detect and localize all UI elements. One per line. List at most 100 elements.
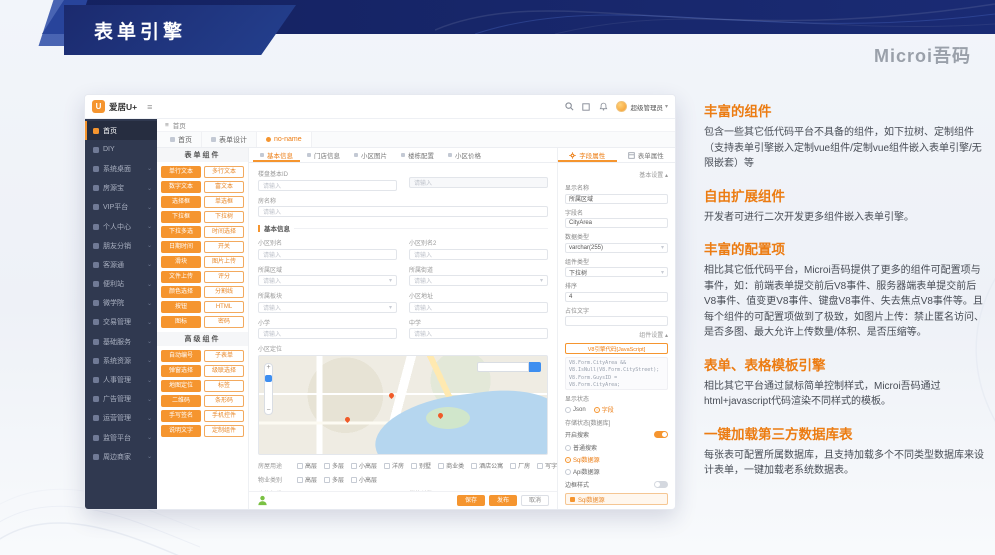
- user-menu-caret-icon[interactable]: ▾: [665, 103, 668, 110]
- component-button[interactable]: 地图定位: [161, 380, 201, 392]
- fullscreen-icon[interactable]: [580, 101, 592, 113]
- collapse-menu-icon[interactable]: ≡: [147, 102, 152, 112]
- checkbox-option[interactable]: 高层: [297, 461, 317, 470]
- hamburger-icon[interactable]: ≡: [165, 122, 169, 129]
- sidebar-item[interactable]: 房源宝 ⌄: [85, 179, 157, 198]
- canvas-tab[interactable]: 小区图片: [347, 148, 394, 162]
- zoom-in-icon[interactable]: +: [266, 364, 270, 371]
- canvas-tab[interactable]: 门店信息: [300, 148, 347, 162]
- assistant-person-icon[interactable]: [257, 495, 268, 506]
- component-button[interactable]: 说明文字: [161, 425, 201, 437]
- data-type-input[interactable]: varchar(255) ▾: [565, 242, 668, 253]
- checkbox-option[interactable]: 小高层: [351, 461, 377, 470]
- component-button[interactable]: 弹窗选择: [161, 365, 201, 377]
- text-input[interactable]: 请输入: [409, 301, 548, 313]
- component-button[interactable]: 开关: [204, 241, 244, 253]
- canvas-tab[interactable]: 楼栋配置: [394, 148, 441, 162]
- text-input[interactable]: 请输入: [258, 179, 397, 191]
- component-button[interactable]: 级联选择: [204, 365, 244, 377]
- canvas-tab-basic[interactable]: 基本信息: [253, 148, 300, 162]
- component-button[interactable]: 文件上传: [161, 271, 201, 283]
- display-name-input[interactable]: 所属区域: [565, 193, 668, 204]
- select-input[interactable]: 请输入 ▾: [258, 275, 397, 286]
- location-map[interactable]: + −: [258, 355, 548, 455]
- text-input[interactable]: 请输入: [258, 248, 397, 260]
- component-button[interactable]: 子表单: [204, 350, 244, 362]
- section-component-settings[interactable]: 组件设置 ▴: [565, 330, 668, 339]
- map-search-input[interactable]: [477, 362, 529, 372]
- component-button[interactable]: 二维码: [161, 395, 201, 407]
- sidebar-item[interactable]: 微学院 ⌄: [85, 294, 157, 313]
- component-button[interactable]: 选择框: [161, 196, 201, 208]
- select-input[interactable]: 请输入 ▾: [258, 301, 397, 313]
- checkbox-option[interactable]: 多层: [324, 461, 344, 470]
- radio-sql-datasource[interactable]: Sql数据源: [565, 455, 668, 464]
- checkbox-option[interactable]: 别墅: [411, 461, 431, 470]
- component-button[interactable]: 手机控件: [204, 410, 244, 422]
- component-button[interactable]: 标签: [204, 380, 244, 392]
- checkbox-option[interactable]: 商业类: [438, 461, 464, 470]
- component-button[interactable]: 自动编号: [161, 350, 201, 362]
- breadcrumb-home[interactable]: 首页: [173, 120, 186, 130]
- component-button[interactable]: 按钮: [161, 301, 201, 313]
- notifications-bell-icon[interactable]: [597, 101, 609, 113]
- save-button[interactable]: 保存: [456, 495, 485, 506]
- tab-form-design[interactable]: 表单设计: [202, 132, 257, 147]
- radio-api-datasource[interactable]: Api数据源: [565, 467, 668, 476]
- sql-datasource-section[interactable]: Sql数据源: [565, 493, 668, 505]
- text-input[interactable]: 请输入: [258, 206, 548, 217]
- component-button[interactable]: 分割线: [204, 286, 244, 298]
- component-button[interactable]: 评分: [204, 271, 244, 283]
- component-button[interactable]: 定制组件: [204, 425, 244, 437]
- sidebar-item[interactable]: 人事管理 ⌄: [85, 370, 157, 389]
- sidebar-item[interactable]: 广告管理 ⌄: [85, 390, 157, 409]
- sidebar-item[interactable]: 基础服务 ⌄: [85, 332, 157, 351]
- component-button[interactable]: 下拉框: [161, 211, 201, 223]
- text-input[interactable]: 请输入: [258, 328, 397, 339]
- sidebar-item[interactable]: 监管平台 ⌄: [85, 428, 157, 447]
- checkbox-option[interactable]: 酒店公寓: [471, 461, 503, 470]
- sidebar-item[interactable]: 周边商家 ⌄: [85, 447, 157, 466]
- search-icon[interactable]: [563, 101, 575, 113]
- component-button[interactable]: 多行文本: [204, 166, 244, 178]
- checkbox-option[interactable]: 小高层: [351, 475, 377, 484]
- checkbox-option[interactable]: 高层: [297, 475, 317, 484]
- radio-field[interactable]: 字段: [593, 405, 614, 414]
- select-input[interactable]: 请输入 ▾: [409, 275, 548, 286]
- tab-home[interactable]: 首页: [161, 132, 202, 147]
- map-zoom-control[interactable]: + −: [264, 363, 273, 415]
- sidebar-item[interactable]: 客源通 ⌄: [85, 255, 157, 274]
- tab-form-properties[interactable]: 表单属性: [617, 148, 676, 162]
- component-button[interactable]: 滑块: [161, 256, 201, 268]
- sidebar-item[interactable]: DIY: [85, 140, 157, 159]
- zoom-out-icon[interactable]: −: [266, 407, 270, 414]
- component-button[interactable]: HTML: [204, 301, 244, 313]
- checkbox-option[interactable]: 写字楼: [537, 461, 557, 470]
- sidebar-item[interactable]: 系统桌面 ⌄: [85, 159, 157, 178]
- border-style-toggle[interactable]: [654, 481, 668, 488]
- cancel-button[interactable]: 取消: [520, 495, 549, 506]
- component-button[interactable]: 日期时间: [161, 241, 201, 253]
- field-name-input[interactable]: CityArea: [565, 218, 668, 228]
- canvas-tab[interactable]: 小区价格: [441, 148, 488, 162]
- text-input[interactable]: 请输入: [409, 248, 548, 260]
- user-avatar[interactable]: [616, 101, 628, 112]
- map-search-button[interactable]: [529, 362, 541, 372]
- component-type-input[interactable]: 下拉树 ▾: [565, 267, 668, 277]
- component-button[interactable]: 手写签名: [161, 410, 201, 422]
- component-button[interactable]: 图标: [161, 316, 201, 328]
- sort-input[interactable]: 4: [565, 291, 668, 302]
- sidebar-item[interactable]: 交易管理 ⌄: [85, 313, 157, 332]
- search-toggle[interactable]: [654, 431, 668, 438]
- tab-no-name[interactable]: no-name: [257, 132, 312, 147]
- placeholder-input[interactable]: [565, 316, 668, 326]
- component-button[interactable]: 图片上传: [204, 256, 244, 268]
- component-button[interactable]: 单选框: [204, 196, 244, 208]
- checkbox-option[interactable]: 多层: [324, 475, 344, 484]
- text-input[interactable]: 请输入: [409, 328, 548, 339]
- sidebar-item[interactable]: VIP平台 ⌄: [85, 198, 157, 217]
- sidebar-item[interactable]: 朋友分销 ⌄: [85, 236, 157, 255]
- checkbox-option[interactable]: 洋房: [384, 461, 404, 470]
- component-button[interactable]: 颜色选择: [161, 286, 201, 298]
- component-button[interactable]: 单行文本: [161, 166, 201, 178]
